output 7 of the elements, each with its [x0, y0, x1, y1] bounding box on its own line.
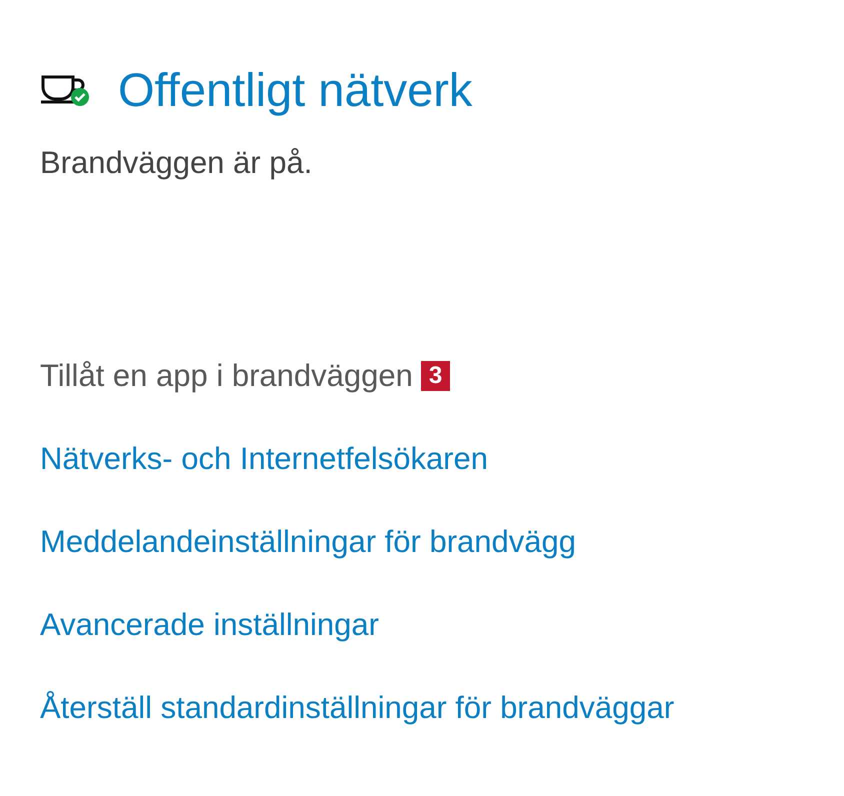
number-badge: 3: [420, 360, 450, 390]
settings-link[interactable]: Meddelandeinställningar för brandvägg: [40, 519, 576, 564]
settings-link[interactable]: Återställ standardinställningar för brandväggar: [40, 685, 674, 730]
firewall-status: Brandväggen är på.: [40, 145, 314, 181]
settings-link[interactable]: Avancerade inställningar: [40, 602, 379, 647]
network-title: Offentligt nätverk: [118, 62, 472, 117]
settings-link[interactable]: Nätverks- och Internetfelsökaren: [40, 436, 488, 481]
